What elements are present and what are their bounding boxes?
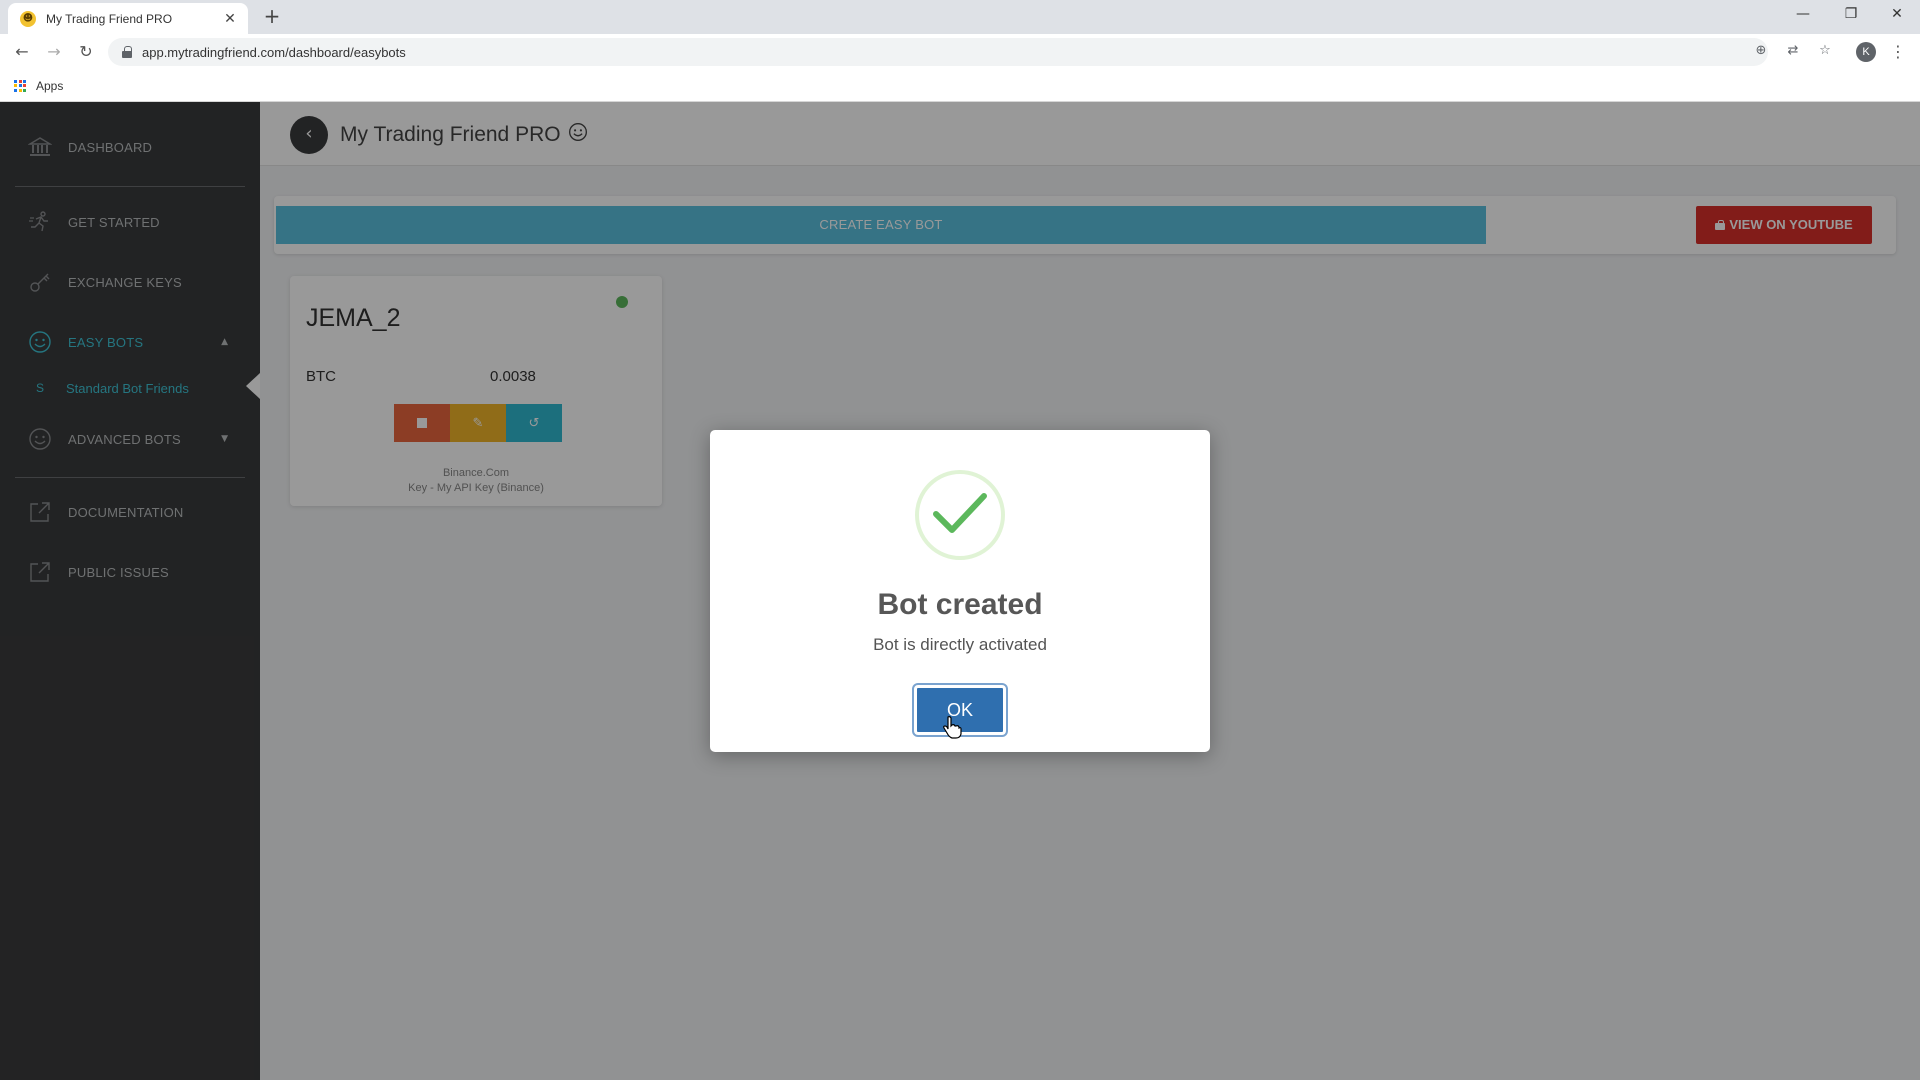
mouse-cursor-icon [943,716,962,739]
modal-text: Bot is directly activated [873,635,1047,654]
new-tab-button[interactable]: + [260,5,284,29]
apps-bookmark[interactable]: Apps [36,79,63,93]
restore-button[interactable]: ❐ [1828,0,1874,30]
browser-tab[interactable]: ☻ My Trading Friend PRO ✕ [8,3,248,34]
browser-toolbar: ← → ↻ app.mytradingfriend.com/dashboard/… [0,34,1920,70]
url-text: app.mytradingfriend.com/dashboard/easybo… [142,44,406,60]
modal-title: Bot created [877,588,1043,621]
close-icon[interactable]: ✕ [222,11,238,27]
back-arrow-icon[interactable]: ← [10,40,34,64]
tab-title: My Trading Friend PRO [46,11,173,26]
lock-icon [122,46,132,58]
translate-icon[interactable]: ⇄ [1784,42,1802,60]
install-icon[interactable]: ⊕ [1752,42,1770,60]
apps-grid-icon[interactable] [14,79,26,92]
browser-tabstrip: ☻ My Trading Friend PRO ✕ + — ❐ ✕ [0,0,1920,34]
profile-avatar[interactable]: K [1856,42,1876,62]
address-bar[interactable]: app.mytradingfriend.com/dashboard/easybo… [108,38,1768,66]
minimize-button[interactable]: — [1780,0,1826,30]
window-close-button[interactable]: ✕ [1874,0,1920,30]
success-modal: Bot created Bot is directly activated OK [710,430,1210,752]
checkmark-icon [915,470,1005,560]
smiley-icon: ☻ [20,10,36,27]
star-icon[interactable]: ☆ [1816,42,1834,60]
bookmarks-bar: Apps [0,70,1920,102]
reload-icon[interactable]: ↻ [74,40,98,64]
forward-arrow-icon[interactable]: → [42,40,66,64]
kebab-menu-icon[interactable]: ⋮ [1888,40,1908,64]
